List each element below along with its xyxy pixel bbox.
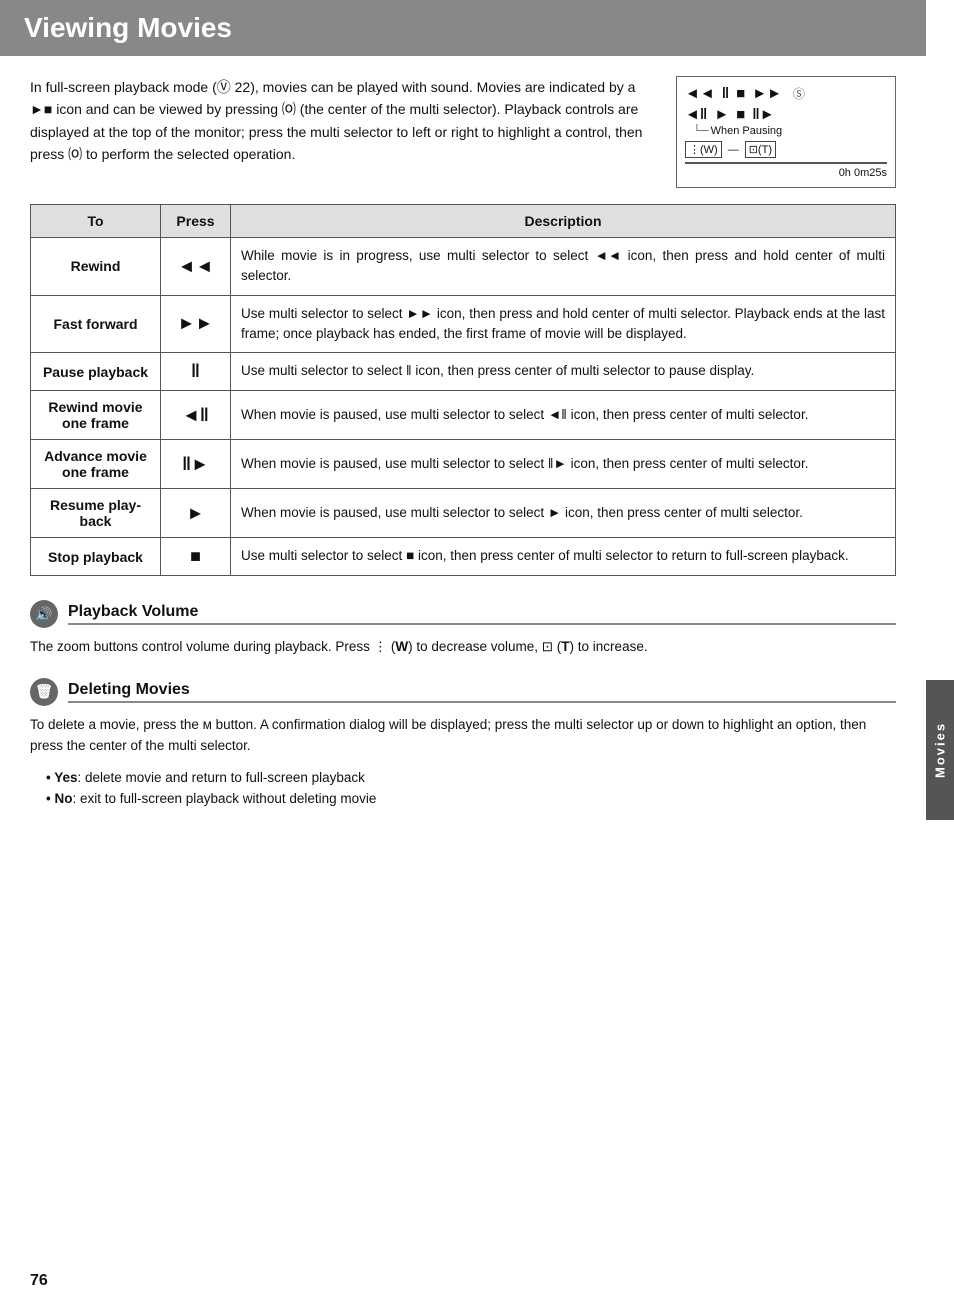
- deleting-movies-bullets: Yes: delete movie and return to full-scr…: [46, 767, 896, 810]
- progress-display: 0h 0m25s: [839, 167, 887, 179]
- table-row: Rewind◄◄While movie is in progress, use …: [31, 238, 896, 296]
- cell-to: Resume play-back: [31, 489, 161, 538]
- cell-description: Use multi selector to select ‖ icon, the…: [231, 353, 896, 391]
- col-header-to: To: [31, 205, 161, 238]
- table-row: Advance movieone frame‖►When movie is pa…: [31, 440, 896, 489]
- cell-press: ‖: [161, 353, 231, 391]
- playback-volume-icon: 🔊: [30, 600, 58, 628]
- cell-press: ◄◄: [161, 238, 231, 296]
- cell-description: When movie is paused, use multi selector…: [231, 489, 896, 538]
- cell-to: Pause playback: [31, 353, 161, 391]
- table-row: Pause playback‖Use multi selector to sel…: [31, 353, 896, 391]
- table-row: Rewind movieone frame◄‖When movie is pau…: [31, 391, 896, 440]
- col-header-description: Description: [231, 205, 896, 238]
- cell-to: Stop playback: [31, 538, 161, 576]
- playback-volume-heading: 🔊 Playback Volume: [30, 600, 896, 628]
- cell-press: ►: [161, 489, 231, 538]
- table-row: Fast forward►►Use multi selector to sele…: [31, 295, 896, 353]
- cell-to: Advance movieone frame: [31, 440, 161, 489]
- cell-press: ►►: [161, 295, 231, 353]
- page-title: Viewing Movies: [24, 12, 902, 44]
- cell-description: When movie is paused, use multi selector…: [231, 440, 896, 489]
- deleting-movies-icon: 🗑: [30, 678, 58, 706]
- bullet-yes: Yes: delete movie and return to full-scr…: [46, 767, 896, 789]
- controls-diagram: ◄◄ ‖ ■ ►► Ⓢ ◄‖ ► ■ ‖► └─ When Pausing: [676, 76, 896, 188]
- cell-description: Use multi selector to select ■ icon, the…: [231, 538, 896, 576]
- cell-description: When movie is paused, use multi selector…: [231, 391, 896, 440]
- table-row: Resume play-back►When movie is paused, u…: [31, 489, 896, 538]
- cell-press: ‖►: [161, 440, 231, 489]
- playback-volume-body: The zoom buttons control volume during p…: [30, 636, 896, 658]
- deleting-movies-heading: 🗑 Deleting Movies: [30, 678, 896, 706]
- page-header: Viewing Movies: [0, 0, 926, 56]
- intro-text: In full-screen playback mode (Ⓥ 22), mov…: [30, 76, 656, 188]
- page-number: 76: [30, 1272, 48, 1290]
- bullet-no: No: exit to full-screen playback without…: [46, 788, 896, 810]
- deleting-movies-title: Deleting Movies: [68, 681, 896, 703]
- deleting-movies-body: To delete a movie, press the ᴍ button. A…: [30, 714, 896, 757]
- cell-to: Rewind: [31, 238, 161, 296]
- playback-volume-title: Playback Volume: [68, 603, 896, 625]
- intro-section: In full-screen playback mode (Ⓥ 22), mov…: [30, 76, 896, 188]
- col-header-press: Press: [161, 205, 231, 238]
- cell-description: Use multi selector to select ►► icon, th…: [231, 295, 896, 353]
- cell-description: While movie is in progress, use multi se…: [231, 238, 896, 296]
- cell-press: ■: [161, 538, 231, 576]
- when-pausing-label: When Pausing: [711, 125, 783, 137]
- cell-to: Fast forward: [31, 295, 161, 353]
- cell-press: ◄‖: [161, 391, 231, 440]
- table-row: Stop playback■Use multi selector to sele…: [31, 538, 896, 576]
- cell-to: Rewind movieone frame: [31, 391, 161, 440]
- side-tab: Movies: [926, 680, 954, 820]
- controls-table: To Press Description Rewind◄◄While movie…: [30, 204, 896, 576]
